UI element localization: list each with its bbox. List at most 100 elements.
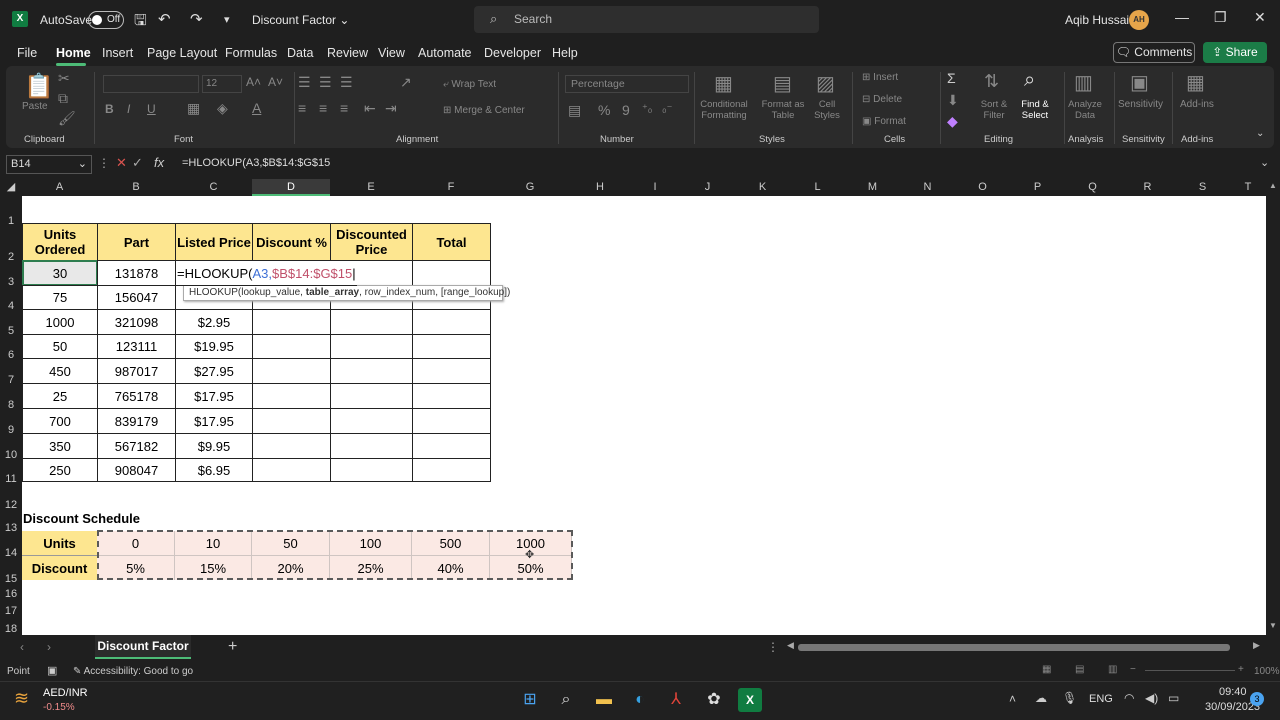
format-painter-icon[interactable]: 🖌 xyxy=(58,110,76,127)
formula-input[interactable]: =HLOOKUP(A3,$B$14:$G$15 xyxy=(182,157,330,169)
row-header-2[interactable]: 2 xyxy=(0,224,22,263)
table-cell[interactable] xyxy=(412,433,491,459)
table-cell[interactable] xyxy=(330,458,413,482)
close-icon[interactable]: ✕ xyxy=(1254,9,1266,26)
orientation-icon[interactable]: ↗ xyxy=(400,74,412,91)
zoom-in-icon[interactable]: + xyxy=(1238,664,1244,675)
table-cell[interactable]: 123111 xyxy=(97,334,176,359)
table-cell[interactable] xyxy=(412,383,491,409)
table-cell[interactable]: 700 xyxy=(22,408,98,434)
cut-icon[interactable]: ✂ xyxy=(58,70,70,87)
column-header-n[interactable]: N xyxy=(900,179,955,196)
table-header-4[interactable]: Discounted Price xyxy=(330,223,413,261)
table-cell[interactable] xyxy=(252,458,331,482)
conditional-formatting-icon[interactable]: ▦ xyxy=(714,71,733,96)
zoom-out-icon[interactable]: − xyxy=(1130,664,1136,675)
table-cell[interactable] xyxy=(412,309,491,335)
table-cell[interactable]: 30 xyxy=(22,260,98,286)
table-cell[interactable] xyxy=(330,408,413,434)
zoom-slider[interactable] xyxy=(1145,670,1235,671)
table-cell[interactable] xyxy=(330,383,413,409)
find-select-label[interactable]: Find & Select xyxy=(1012,99,1058,121)
table-cell[interactable] xyxy=(412,334,491,359)
row-header-6[interactable]: 6 xyxy=(0,334,22,361)
column-header-f[interactable]: F xyxy=(412,179,490,196)
row-header-11[interactable]: 11 xyxy=(0,458,22,485)
onedrive-icon[interactable]: ☁ xyxy=(1035,691,1047,705)
start-icon[interactable]: ⊞ xyxy=(518,688,542,712)
table-header-0[interactable]: Units Ordered xyxy=(22,223,98,261)
row-header-17[interactable]: 17 xyxy=(0,597,22,617)
align-bottom-icon[interactable]: ☰ xyxy=(340,74,353,91)
acrobat-icon[interactable]: ⅄ xyxy=(664,688,688,712)
column-header-b[interactable]: B xyxy=(97,179,175,196)
file-explorer-icon[interactable]: ▬ xyxy=(592,688,616,712)
clock-time[interactable]: 09:40 xyxy=(1219,686,1247,698)
table-cell[interactable]: 908047 xyxy=(97,458,176,482)
column-header-t[interactable]: T xyxy=(1230,179,1266,196)
decrease-decimal-icon[interactable]: ₀⁻ xyxy=(662,102,672,115)
italic-icon[interactable]: I xyxy=(127,102,130,116)
add-sheet-icon[interactable]: + xyxy=(228,638,237,656)
market-widget-icon[interactable]: ≋ xyxy=(14,688,29,709)
macro-record-icon[interactable]: ▣ xyxy=(47,664,57,677)
wifi-icon[interactable]: ◠ xyxy=(1124,691,1134,705)
column-header-a[interactable]: A xyxy=(22,179,97,196)
table-cell[interactable]: 765178 xyxy=(97,383,176,409)
insert-function-icon[interactable]: fx xyxy=(154,155,164,170)
horizontal-scrollbar[interactable] xyxy=(798,644,1230,651)
schedule-units-label[interactable]: Units xyxy=(22,531,97,556)
name-box[interactable]: B14 ⌄ xyxy=(6,155,92,174)
column-header-m[interactable]: M xyxy=(845,179,900,196)
search-box[interactable]: ⌕ Search xyxy=(474,6,819,33)
table-cell[interactable]: $27.95 xyxy=(175,358,253,384)
table-cell[interactable] xyxy=(252,383,331,409)
table-cell[interactable] xyxy=(330,334,413,359)
row-header-12[interactable]: 12 xyxy=(0,482,22,511)
chatgpt-icon[interactable]: ✿ xyxy=(702,688,726,712)
redo-icon[interactable]: ↷ xyxy=(190,10,203,28)
row-header-13[interactable]: 13 xyxy=(0,508,22,534)
align-middle-icon[interactable]: ☰ xyxy=(319,74,332,91)
grow-font-icon[interactable]: A˄ xyxy=(246,75,261,89)
underline-icon[interactable]: U xyxy=(147,102,156,116)
sensitivity-icon[interactable]: ▣ xyxy=(1130,70,1149,95)
table-header-2[interactable]: Listed Price xyxy=(175,223,253,261)
table-cell[interactable] xyxy=(252,358,331,384)
table-cell[interactable]: 1000 xyxy=(22,309,98,335)
comments-button[interactable]: 🗨 Comments xyxy=(1113,42,1195,63)
table-cell[interactable]: 450 xyxy=(22,358,98,384)
schedule-discount-label[interactable]: Discount xyxy=(22,556,97,580)
notification-badge[interactable]: 3 xyxy=(1250,692,1264,706)
column-header-r[interactable]: R xyxy=(1120,179,1175,196)
excel-taskbar-icon[interactable]: X xyxy=(738,688,762,712)
editing-cell[interactable]: =HLOOKUP(A3, $B$14:$G$15 | xyxy=(175,260,357,286)
table-cell[interactable]: 131878 xyxy=(97,260,176,286)
table-cell[interactable]: 567182 xyxy=(97,433,176,459)
tab-data[interactable]: Data xyxy=(287,46,313,60)
row-header-9[interactable]: 9 xyxy=(0,408,22,436)
table-cell[interactable] xyxy=(412,358,491,384)
bold-icon[interactable]: B xyxy=(105,102,114,116)
addins-icon[interactable]: ▦ xyxy=(1186,70,1205,95)
column-header-o[interactable]: O xyxy=(955,179,1010,196)
align-left-icon[interactable]: ≡ xyxy=(298,100,306,116)
autosum-icon[interactable]: Σ xyxy=(947,70,956,86)
next-sheet-icon[interactable]: › xyxy=(47,640,51,654)
row-header-18[interactable]: 18 xyxy=(0,614,22,635)
tab-review[interactable]: Review xyxy=(327,46,368,60)
vertical-scrollbar[interactable]: ▲ ▼ xyxy=(1266,179,1280,635)
wrap-text-button[interactable]: ⤶ Wrap Text xyxy=(443,79,496,90)
search-taskbar-icon[interactable]: ⌕ xyxy=(554,688,578,712)
increase-indent-icon[interactable]: ⇥ xyxy=(385,100,397,117)
cancel-icon[interactable]: ✕ xyxy=(116,155,127,171)
clear-icon[interactable]: ◆ xyxy=(947,113,958,130)
table-cell[interactable] xyxy=(330,358,413,384)
autosave-toggle[interactable]: Off xyxy=(88,11,124,29)
font-size-box[interactable]: 12 xyxy=(202,75,242,93)
table-header-1[interactable]: Part xyxy=(97,223,176,261)
restore-icon[interactable]: ❐ xyxy=(1214,9,1227,26)
table-cell[interactable]: $6.95 xyxy=(175,458,253,482)
volume-icon[interactable]: ◀) xyxy=(1145,691,1158,705)
column-header-i[interactable]: I xyxy=(630,179,680,196)
